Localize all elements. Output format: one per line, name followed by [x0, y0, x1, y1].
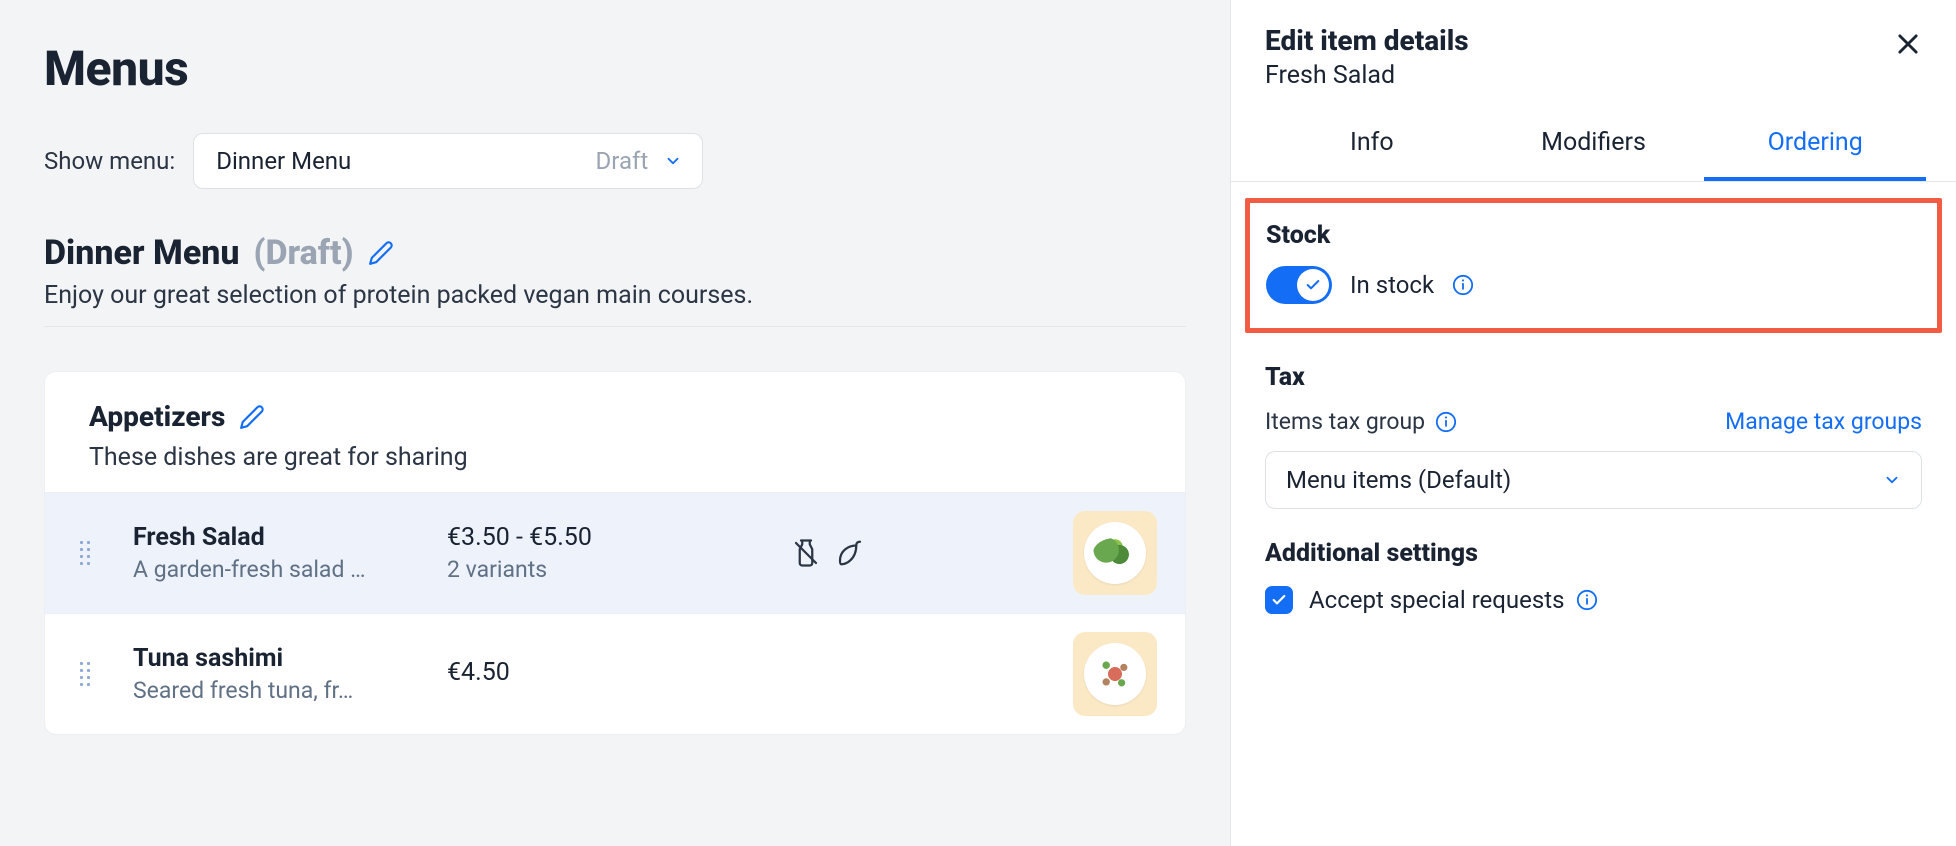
- chevron-down-icon: [1883, 471, 1901, 489]
- item-description: Seared fresh tuna, fr…: [133, 677, 423, 704]
- drag-handle-icon[interactable]: [73, 657, 97, 691]
- item-description: A garden-fresh salad …: [133, 556, 423, 583]
- menu-status-badge: (Draft): [254, 233, 354, 273]
- tax-group-select[interactable]: Menu items (Default): [1265, 451, 1922, 509]
- item-name: Tuna sashimi: [133, 644, 423, 673]
- check-icon: [1271, 592, 1287, 608]
- tax-heading: Tax: [1265, 363, 1922, 392]
- item-detail-panel: Edit item details Fresh Salad Info Modif…: [1230, 0, 1956, 846]
- stock-highlight: Stock In stock: [1245, 198, 1942, 333]
- pencil-icon[interactable]: [239, 404, 265, 430]
- stock-heading: Stock: [1266, 221, 1921, 250]
- info-icon[interactable]: [1452, 274, 1474, 296]
- tab-ordering[interactable]: Ordering: [1704, 108, 1926, 181]
- menu-item-row[interactable]: Fresh Salad A garden-fresh salad … €3.50…: [45, 492, 1185, 613]
- panel-subtitle: Fresh Salad: [1265, 61, 1469, 90]
- accept-requests-checkbox[interactable]: [1265, 586, 1293, 614]
- info-icon[interactable]: [1576, 589, 1598, 611]
- tax-group-select-value: Menu items (Default): [1286, 466, 1511, 494]
- item-price: €4.50: [447, 658, 647, 687]
- info-icon[interactable]: [1435, 411, 1457, 433]
- page-title: Menus: [44, 40, 1186, 97]
- drag-handle-icon[interactable]: [73, 536, 97, 570]
- tab-info[interactable]: Info: [1261, 108, 1483, 181]
- close-icon[interactable]: [1894, 30, 1922, 58]
- manage-tax-groups-link[interactable]: Manage tax groups: [1725, 408, 1922, 435]
- section-description: These dishes are great for sharing: [89, 443, 1141, 472]
- menu-description: Enjoy our great selection of protein pac…: [44, 281, 1186, 310]
- menu-select[interactable]: Dinner Menu Draft: [193, 133, 703, 189]
- in-stock-toggle[interactable]: [1266, 266, 1332, 304]
- additional-heading: Additional settings: [1265, 539, 1922, 568]
- check-icon: [1305, 277, 1321, 293]
- in-stock-label: In stock: [1350, 271, 1434, 299]
- accept-requests-label: Accept special requests: [1309, 586, 1598, 614]
- tax-group-label: Items tax group: [1265, 408, 1457, 435]
- menu-item-row[interactable]: Tuna sashimi Seared fresh tuna, fr… €4.5…: [45, 613, 1185, 734]
- chevron-down-icon: [664, 152, 682, 170]
- chili-icon: [835, 538, 865, 568]
- section-title: Appetizers: [89, 400, 225, 433]
- item-image: [1073, 632, 1157, 716]
- divider: [44, 326, 1186, 327]
- item-price: €3.50 - €5.50: [447, 523, 647, 552]
- no-milk-icon: [791, 538, 821, 568]
- item-image: [1073, 511, 1157, 595]
- tab-modifiers[interactable]: Modifiers: [1483, 108, 1705, 181]
- show-menu-label: Show menu:: [44, 147, 175, 175]
- item-variants: 2 variants: [447, 556, 647, 583]
- item-name: Fresh Salad: [133, 523, 423, 552]
- menu-select-value: Dinner Menu: [216, 147, 351, 175]
- panel-title: Edit item details: [1265, 24, 1469, 57]
- pencil-icon[interactable]: [368, 240, 394, 266]
- menu-name: Dinner Menu: [44, 233, 240, 273]
- section-card: Appetizers These dishes are great for sh…: [44, 371, 1186, 735]
- panel-tabs: Info Modifiers Ordering: [1231, 108, 1956, 182]
- menu-select-status: Draft: [596, 147, 649, 175]
